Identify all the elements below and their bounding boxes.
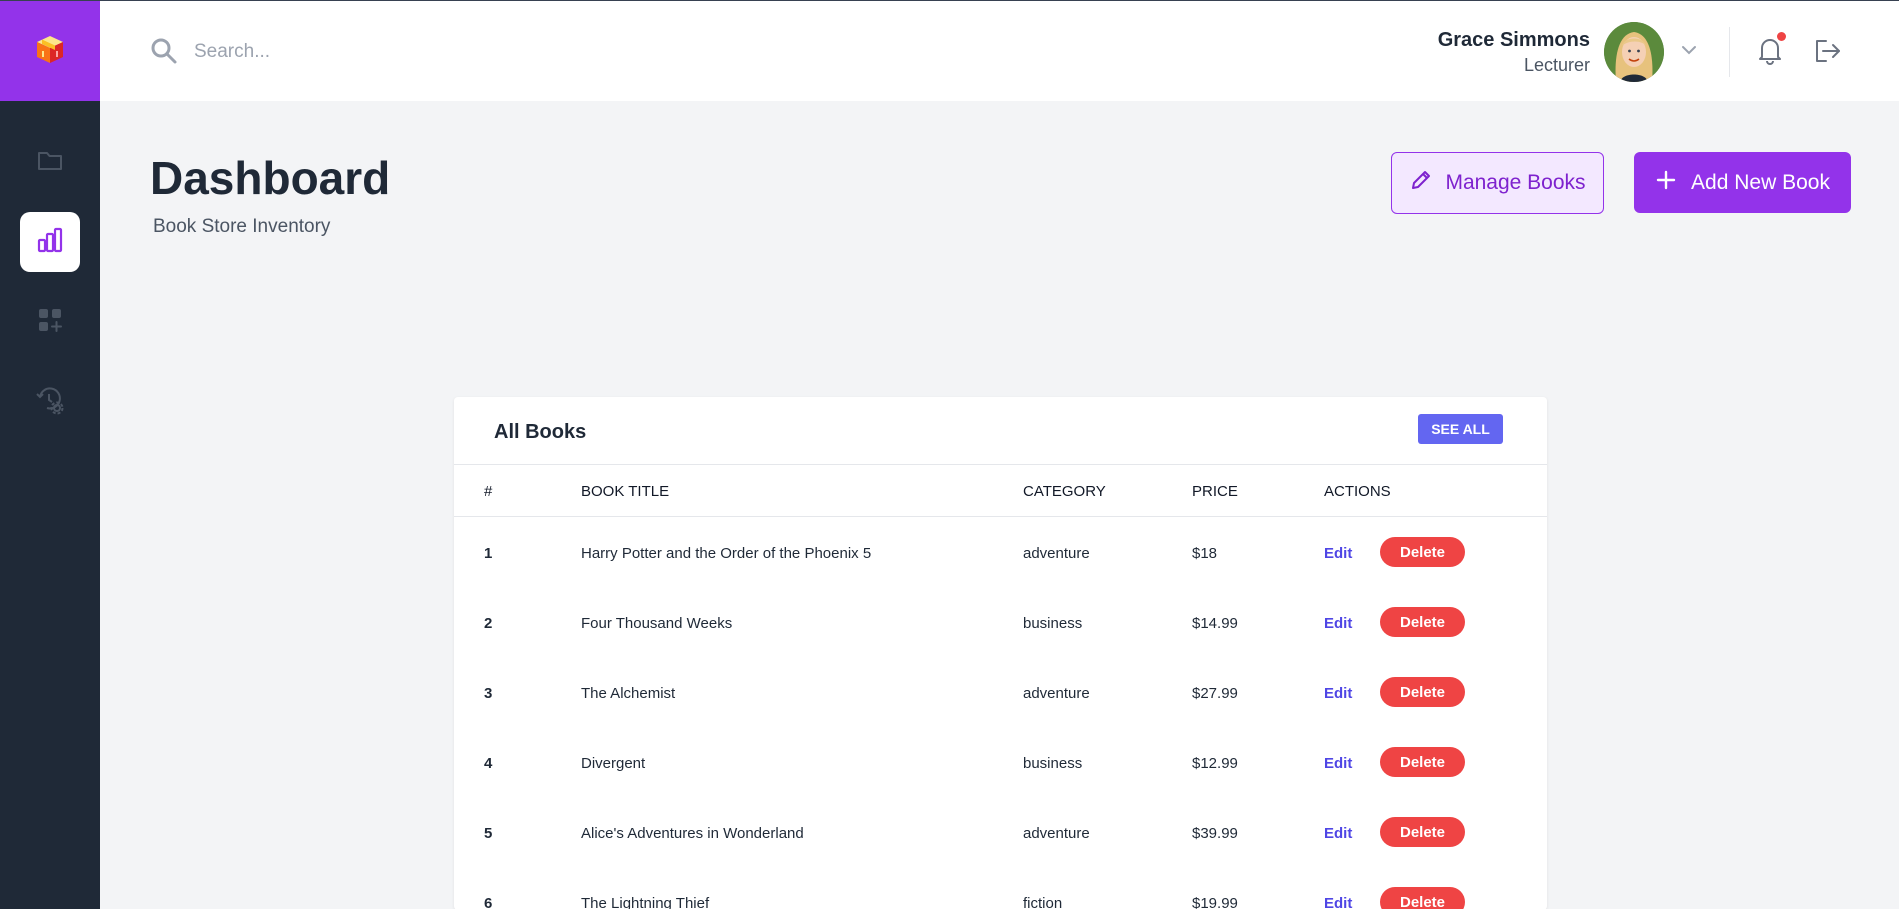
apps-add-icon bbox=[37, 307, 63, 338]
book-category: adventure bbox=[1023, 685, 1090, 702]
sidebar-item-files[interactable] bbox=[20, 132, 80, 192]
book-title: Harry Potter and the Order of the Phoeni… bbox=[581, 545, 872, 562]
chevron-down-icon[interactable] bbox=[1680, 43, 1698, 61]
book-category: adventure bbox=[1023, 825, 1090, 842]
row-number: 3 bbox=[484, 685, 493, 702]
column-header-title: BOOK TITLE bbox=[581, 483, 670, 500]
page-title: Dashboard bbox=[150, 152, 391, 204]
column-header-price: PRICE bbox=[1192, 483, 1238, 500]
book-price: $39.99 bbox=[1192, 825, 1238, 842]
row-number: 6 bbox=[484, 895, 493, 909]
book-price: $27.99 bbox=[1192, 685, 1238, 702]
logout-icon[interactable] bbox=[1812, 37, 1842, 70]
manage-books-button[interactable]: Manage Books bbox=[1391, 152, 1604, 214]
book-title: The Lightning Thief bbox=[581, 895, 710, 909]
book-title: Four Thousand Weeks bbox=[581, 615, 733, 632]
logo[interactable] bbox=[0, 1, 100, 101]
add-new-book-button[interactable]: Add New Book bbox=[1634, 152, 1851, 213]
book-price: $14.99 bbox=[1192, 615, 1238, 632]
pencil-icon bbox=[1409, 168, 1433, 198]
see-all-button[interactable]: SEE ALL bbox=[1418, 414, 1503, 444]
book-category: business bbox=[1023, 755, 1083, 772]
add-new-book-label: Add New Book bbox=[1691, 170, 1830, 194]
user-name: Grace Simmons bbox=[1437, 29, 1590, 51]
table-header: # BOOK TITLE CATEGORY PRICE ACTIONS bbox=[454, 465, 1547, 517]
book-price: $18 bbox=[1192, 545, 1218, 562]
row-number: 5 bbox=[484, 825, 493, 842]
book-price: $12.99 bbox=[1192, 755, 1238, 772]
book-title: The Alchemist bbox=[581, 685, 676, 702]
app-root: Grace Simmons Lecturer bbox=[0, 0, 1899, 909]
user-role: Lecturer bbox=[1523, 55, 1590, 75]
column-header-actions: ACTIONS bbox=[1324, 483, 1391, 500]
sidebar bbox=[0, 101, 100, 909]
avatar[interactable] bbox=[1604, 22, 1664, 82]
card-header: All Books SEE ALL bbox=[454, 397, 1547, 465]
search-input[interactable] bbox=[194, 35, 594, 69]
table-row: 1 Harry Potter and the Order of the Phoe… bbox=[454, 517, 1547, 587]
edit-link[interactable]: Edit bbox=[1324, 685, 1352, 702]
edit-link[interactable]: Edit bbox=[1324, 615, 1352, 632]
gift-box-logo-icon bbox=[33, 32, 67, 71]
bar-chart-icon bbox=[36, 226, 64, 259]
delete-button[interactable]: Delete bbox=[1380, 887, 1465, 909]
edit-link[interactable]: Edit bbox=[1324, 825, 1352, 842]
all-books-card: All Books SEE ALL # BOOK TITLE CATEGORY … bbox=[454, 397, 1547, 909]
book-title: Divergent bbox=[581, 755, 646, 772]
user-info: Grace Simmons Lecturer bbox=[1438, 27, 1590, 77]
row-number: 1 bbox=[484, 545, 493, 562]
table-row: 4 Divergent business $12.99 Edit Delete bbox=[454, 727, 1547, 797]
book-price: $19.99 bbox=[1192, 895, 1238, 909]
card-title: All Books bbox=[494, 421, 587, 443]
plus-icon bbox=[1655, 169, 1677, 197]
edit-link[interactable]: Edit bbox=[1324, 545, 1352, 562]
book-category: adventure bbox=[1023, 545, 1090, 562]
table-row: 2 Four Thousand Weeks business $14.99 Ed… bbox=[454, 587, 1547, 657]
sidebar-item-apps[interactable] bbox=[20, 292, 80, 352]
row-number: 2 bbox=[484, 615, 493, 632]
book-title: Alice's Adventures in Wonderland bbox=[581, 825, 804, 842]
delete-button[interactable]: Delete bbox=[1380, 677, 1465, 707]
header-divider bbox=[1729, 27, 1730, 77]
manage-books-label: Manage Books bbox=[1445, 171, 1586, 194]
delete-button[interactable]: Delete bbox=[1380, 607, 1465, 637]
delete-button[interactable]: Delete bbox=[1380, 817, 1465, 847]
page-subtitle: Book Store Inventory bbox=[153, 216, 331, 237]
top-header: Grace Simmons Lecturer bbox=[100, 1, 1899, 101]
table-row: 3 The Alchemist adventure $27.99 Edit De… bbox=[454, 657, 1547, 727]
delete-button[interactable]: Delete bbox=[1380, 747, 1465, 777]
book-category: business bbox=[1023, 615, 1083, 632]
sidebar-item-history[interactable] bbox=[20, 372, 80, 432]
column-header-category: CATEGORY bbox=[1023, 483, 1106, 500]
delete-button[interactable]: Delete bbox=[1380, 537, 1465, 567]
row-number: 4 bbox=[484, 755, 493, 772]
history-settings-icon bbox=[35, 385, 65, 420]
sidebar-item-dashboard[interactable] bbox=[20, 212, 80, 272]
edit-link[interactable]: Edit bbox=[1324, 755, 1352, 772]
search-icon bbox=[150, 37, 178, 70]
folder-icon bbox=[37, 148, 63, 177]
column-header-number: # bbox=[484, 483, 493, 500]
table-row: 6 The Lightning Thief fiction $19.99 Edi… bbox=[454, 867, 1547, 909]
notification-dot bbox=[1777, 32, 1786, 41]
book-category: fiction bbox=[1023, 895, 1063, 909]
table-row: 5 Alice's Adventures in Wonderland adven… bbox=[454, 797, 1547, 867]
edit-link[interactable]: Edit bbox=[1324, 895, 1352, 909]
